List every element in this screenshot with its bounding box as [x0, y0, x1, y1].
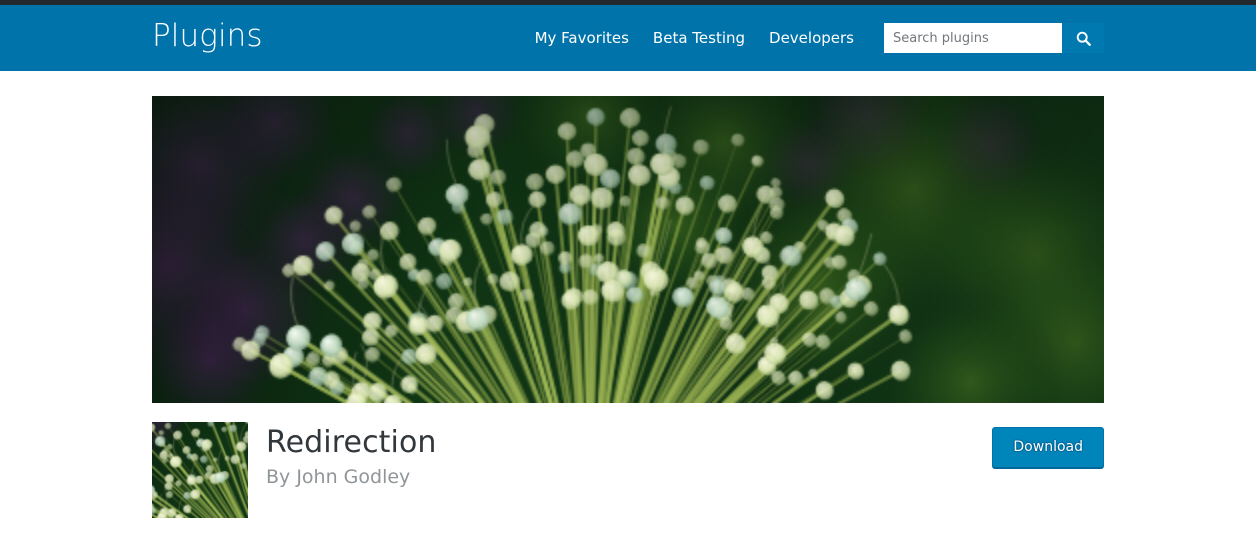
download-area: Download — [992, 422, 1104, 468]
search-submit-button[interactable] — [1062, 23, 1104, 53]
site-header: Plugins My Favorites Beta Testing Develo… — [0, 5, 1256, 71]
site-header-inner: Plugins My Favorites Beta Testing Develo… — [152, 5, 1104, 71]
nav-developers[interactable]: Developers — [757, 30, 866, 46]
primary-navigation: My Favorites Beta Testing Developers — [523, 23, 1104, 53]
nav-my-favorites[interactable]: My Favorites — [523, 30, 641, 46]
plugin-icon — [152, 422, 248, 518]
plugin-icon-canvas — [152, 422, 248, 518]
plugin-search-form — [884, 23, 1104, 53]
search-input[interactable] — [884, 23, 1062, 53]
plugin-name: Redirection — [266, 425, 437, 460]
plugin-author: By John Godley — [266, 465, 411, 488]
nav-beta-testing[interactable]: Beta Testing — [641, 30, 757, 46]
download-button[interactable]: Download — [992, 427, 1104, 468]
plugin-title-block: Redirection By John Godley — [266, 422, 437, 488]
search-icon — [1075, 30, 1092, 47]
plugin-banner-image — [152, 96, 1104, 403]
plugin-banner-canvas — [152, 96, 1104, 403]
page-title[interactable]: Plugins — [152, 21, 263, 55]
main-content: Redirection By John Godley Download Desc… — [152, 96, 1104, 543]
plugin-header-row: Redirection By John Godley Download — [152, 422, 1104, 522]
